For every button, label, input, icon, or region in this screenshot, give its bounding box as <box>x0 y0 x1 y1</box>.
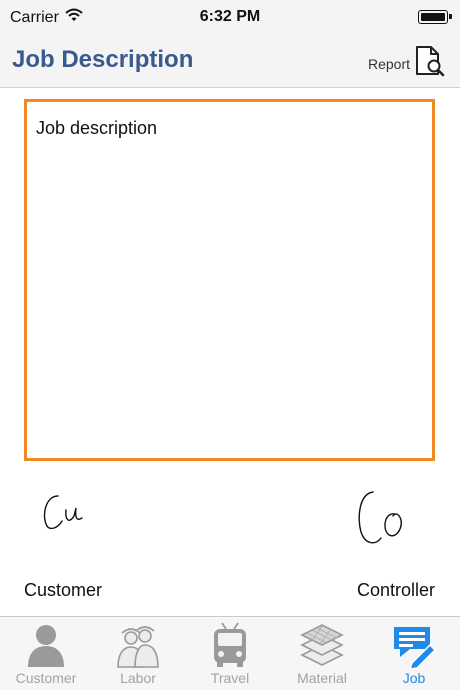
battery-icon <box>418 10 452 24</box>
page-title: Job Description <box>12 46 194 73</box>
job-description-placeholder: Job description <box>36 118 158 138</box>
person-icon <box>28 625 64 667</box>
controller-signature[interactable] <box>355 488 415 557</box>
tab-labor[interactable]: Labor <box>92 617 184 690</box>
tab-customer[interactable]: Customer <box>0 617 92 690</box>
nav-bar: Job Description Report <box>0 34 460 88</box>
bus-icon <box>214 622 246 667</box>
tab-bar: Customer Labor Travel Material Job <box>0 616 460 690</box>
customer-label: Customer <box>24 580 103 600</box>
layers-icon <box>300 624 344 666</box>
report-label: Report <box>367 55 410 72</box>
tab-label-labor: Labor <box>120 670 156 686</box>
job-description-field[interactable]: Job description <box>24 99 435 461</box>
tab-travel[interactable]: Travel <box>184 617 276 690</box>
tab-material[interactable]: Material <box>276 617 368 690</box>
tab-job[interactable]: Job <box>368 617 460 690</box>
workers-icon <box>117 626 159 668</box>
job-edit-icon <box>394 627 437 669</box>
status-bar: Carrier 6:32 PM <box>0 0 460 34</box>
content-area: Job description Customer Controller <box>0 88 460 616</box>
report-button[interactable]: Report <box>368 44 446 83</box>
customer-signature[interactable] <box>40 488 100 543</box>
tab-label-material: Material <box>297 670 347 686</box>
tab-label-customer: Customer <box>15 670 77 686</box>
status-time: 6:32 PM <box>199 8 261 25</box>
tab-label-travel: Travel <box>210 670 250 686</box>
tab-label-job: Job <box>402 670 426 686</box>
controller-label: Controller <box>356 580 435 600</box>
document-search-icon <box>412 44 446 83</box>
